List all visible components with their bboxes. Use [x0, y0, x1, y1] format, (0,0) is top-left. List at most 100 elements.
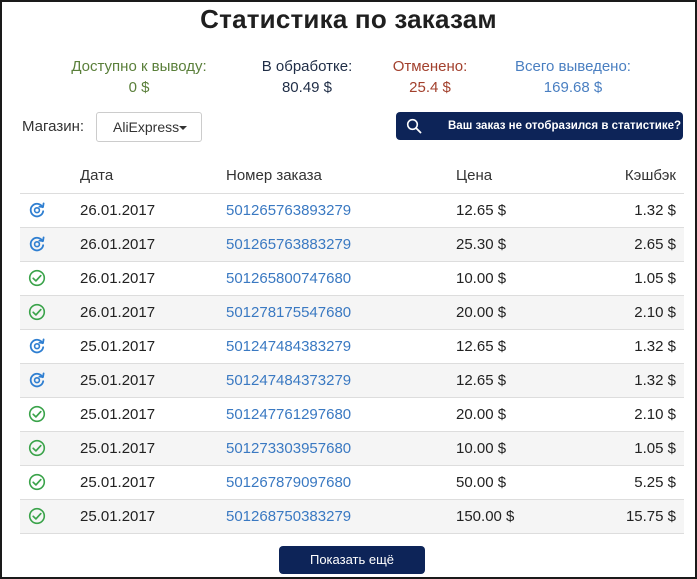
date-cell: 26.01.2017: [80, 193, 226, 228]
check-circle-icon: [28, 439, 46, 457]
orders-table: Дата Номер заказа Цена Кэшбэк 26.01.2017…: [20, 159, 684, 534]
table-row: 25.01.2017 501268750383279 150.00 $15.75 $: [20, 499, 684, 534]
store-select[interactable]: AliExpress: [96, 112, 202, 142]
order-number-cell: 501265800747680: [226, 261, 456, 296]
date-cell: 25.01.2017: [80, 465, 226, 500]
caret-down-icon: [179, 126, 187, 130]
check-circle-icon: [28, 507, 46, 525]
table-row: 25.01.2017 501273303957680 10.00 $1.05 $: [20, 431, 684, 466]
date-cell: 25.01.2017: [80, 431, 226, 466]
date-cell: 26.01.2017: [80, 227, 226, 262]
table-row: 26.01.2017 501265763893279 12.65 $1.32 $: [20, 193, 684, 228]
check-circle-icon: [28, 473, 46, 491]
stat-cancelled: Отменено: 25.4 $: [387, 58, 473, 97]
status-cell: [20, 499, 80, 534]
stat-processing: В обработке: 80.49 $: [257, 58, 357, 97]
missing-order-help-label: Ваш заказ не отобразился в статистике?: [448, 120, 681, 132]
order-number-cell: 501267879097680: [226, 465, 456, 500]
status-cell: [20, 295, 80, 330]
date-cell: 26.01.2017: [80, 261, 226, 296]
order-number-link[interactable]: 501265800747680: [226, 270, 351, 287]
price-cell: 20.00 $: [456, 397, 576, 432]
status-cell: [20, 193, 80, 228]
stat-cancelled-value: 25.4 $: [409, 79, 451, 96]
order-number-link[interactable]: 501273303957680: [226, 440, 351, 457]
stat-cancelled-label: Отменено:: [392, 58, 468, 75]
price-cell: 150.00 $: [456, 499, 576, 534]
order-number-cell: 501265763893279: [226, 193, 456, 228]
date-cell: 25.01.2017: [80, 329, 226, 364]
date-cell: 26.01.2017: [80, 295, 226, 330]
price-cell: 50.00 $: [456, 465, 576, 500]
refresh-icon: [29, 236, 45, 252]
price-cell: 12.65 $: [456, 363, 576, 398]
price-cell: 12.65 $: [456, 329, 576, 364]
refresh-icon: [29, 372, 45, 388]
status-cell: [20, 227, 80, 262]
cashback-cell: 1.05 $: [576, 431, 684, 466]
price-cell: 12.65 $: [456, 193, 576, 228]
status-cell: [20, 363, 80, 398]
status-cell: [20, 465, 80, 500]
order-number-column-header: Номер заказа: [226, 159, 456, 194]
order-number-link[interactable]: 501265763893279: [226, 202, 351, 219]
search-icon: [406, 118, 422, 134]
order-number-link[interactable]: 501268750383279: [226, 508, 351, 525]
status-column-header: [20, 159, 80, 194]
status-cell: [20, 329, 80, 364]
table-row: 26.01.2017 501278175547680 20.00 $2.10 $: [20, 295, 684, 330]
date-cell: 25.01.2017: [80, 397, 226, 432]
table-row: 26.01.2017 501265800747680 10.00 $1.05 $: [20, 261, 684, 296]
price-cell: 20.00 $: [456, 295, 576, 330]
page-frame: Статистика по заказам Доступно к выводу:…: [0, 0, 697, 579]
page-title: Статистика по заказам: [200, 4, 497, 34]
order-number-cell: 501247761297680: [226, 397, 456, 432]
check-circle-icon: [28, 405, 46, 423]
cashback-cell: 1.32 $: [576, 193, 684, 228]
check-circle-icon: [28, 269, 46, 287]
stat-withdrawn-value: 169.68 $: [543, 79, 603, 96]
order-number-link[interactable]: 501278175547680: [226, 304, 351, 321]
refresh-icon: [29, 338, 45, 354]
cashback-cell: 1.05 $: [576, 261, 684, 296]
status-cell: [20, 397, 80, 432]
cashback-cell: 2.10 $: [576, 295, 684, 330]
cashback-cell: 1.32 $: [576, 363, 684, 398]
check-circle-icon: [28, 303, 46, 321]
stat-processing-value: 80.49 $: [281, 79, 333, 96]
order-number-link[interactable]: 501247484383279: [226, 338, 351, 355]
order-number-cell: 501278175547680: [226, 295, 456, 330]
order-number-cell: 501247484383279: [226, 329, 456, 364]
status-cell: [20, 431, 80, 466]
price-cell: 25.30 $: [456, 227, 576, 262]
stat-withdrawn: Всего выведено: 169.68 $: [510, 58, 636, 97]
cashback-column-header: Кэшбэк: [576, 159, 684, 194]
table-row: 25.01.2017 501247484373279 12.65 $1.32 $: [20, 363, 684, 398]
stat-available-label: Доступно к выводу:: [71, 58, 207, 75]
price-cell: 10.00 $: [456, 261, 576, 296]
missing-order-help-button[interactable]: Ваш заказ не отобразился в статистике?: [396, 112, 683, 140]
table-row: 25.01.2017 501247484383279 12.65 $1.32 $: [20, 329, 684, 364]
cashback-cell: 2.10 $: [576, 397, 684, 432]
cashback-cell: 1.32 $: [576, 329, 684, 364]
date-column-header: Дата: [80, 159, 226, 194]
cashback-cell: 5.25 $: [576, 465, 684, 500]
order-number-link[interactable]: 501247484373279: [226, 372, 351, 389]
table-row: 25.01.2017 501267879097680 50.00 $5.25 $: [20, 465, 684, 500]
stat-available: Доступно к выводу: 0 $: [68, 58, 210, 97]
date-cell: 25.01.2017: [80, 363, 226, 398]
stat-withdrawn-label: Всего выведено:: [515, 58, 631, 75]
cashback-cell: 2.65 $: [576, 227, 684, 262]
order-number-cell: 501273303957680: [226, 431, 456, 466]
price-cell: 10.00 $: [456, 431, 576, 466]
refresh-icon: [29, 202, 45, 218]
order-number-link[interactable]: 501265763883279: [226, 236, 351, 253]
order-number-link[interactable]: 501267879097680: [226, 474, 351, 491]
table-row: 26.01.2017 501265763883279 25.30 $2.65 $: [20, 227, 684, 262]
cashback-cell: 15.75 $: [576, 499, 684, 534]
show-more-button[interactable]: Показать ещё: [279, 546, 425, 574]
price-column-header: Цена: [456, 159, 576, 194]
status-cell: [20, 261, 80, 296]
table-row: 25.01.2017 501247761297680 20.00 $2.10 $: [20, 397, 684, 432]
order-number-link[interactable]: 501247761297680: [226, 406, 351, 423]
